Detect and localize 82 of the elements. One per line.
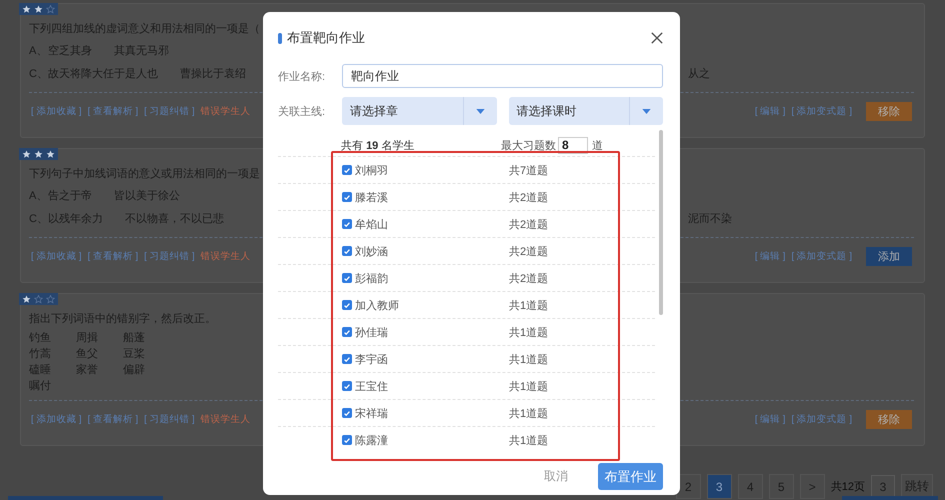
checkbox[interactable] <box>342 327 352 337</box>
star-icon <box>34 294 43 304</box>
action-link[interactable]: [ 添加变式题 ] <box>791 412 852 426</box>
checkbox[interactable] <box>342 408 352 418</box>
action-link[interactable]: [ 编辑 ] <box>754 250 786 262</box>
question-count-text: 共1道题 <box>509 352 548 366</box>
action-link[interactable]: [ 编辑 ] <box>754 104 786 118</box>
question-action-button[interactable]: 移除 <box>866 410 912 428</box>
student-name: 滕若溪 <box>355 190 389 204</box>
student-name: 王宝住 <box>355 380 389 394</box>
field-label: 作业名称: <box>278 70 326 84</box>
student-name: 陈露潼 <box>355 434 389 448</box>
checkbox[interactable] <box>342 219 352 229</box>
question-action-button[interactable]: 添加 <box>866 246 912 266</box>
action-link[interactable]: [ 查看解析 ] <box>88 412 138 426</box>
error-count-text: 错误学生人 <box>200 412 251 426</box>
action-link[interactable]: [ 查看解析 ] <box>88 250 138 262</box>
star-icon <box>34 4 43 14</box>
question-count-text: 共2道题 <box>509 244 548 258</box>
star-icon <box>22 4 31 14</box>
question-count-text: 共1道题 <box>509 406 548 420</box>
scrollbar[interactable] <box>659 130 663 315</box>
student-name: 孙佳瑞 <box>355 326 389 340</box>
question-count-text: 共2道题 <box>509 272 548 286</box>
checkbox[interactable] <box>342 273 352 283</box>
checkbox[interactable] <box>342 300 352 310</box>
checkbox[interactable] <box>342 192 352 202</box>
action-link[interactable]: [ 添加变式题 ] <box>791 104 852 118</box>
caret-icon <box>476 108 484 114</box>
student-name: 刘桐羽 <box>355 164 389 178</box>
action-link[interactable]: [ 添加变式题 ] <box>791 250 852 262</box>
name-input-field[interactable]: 靶向作业 <box>342 64 663 88</box>
student-name: 李宇函 <box>355 352 389 366</box>
unit-text: 道 <box>592 138 603 152</box>
star-icon <box>46 294 55 304</box>
checkbox[interactable] <box>342 246 352 256</box>
submit-button[interactable]: 布置作业 <box>598 463 663 490</box>
action-link[interactable]: [ 添加收藏 ] <box>31 104 82 118</box>
action-link[interactable]: [ 编辑 ] <box>754 412 786 426</box>
checkbox[interactable] <box>342 435 352 445</box>
action-link[interactable]: [ 习题纠错 ] <box>144 250 195 262</box>
star-icon <box>22 150 31 158</box>
star-icon <box>46 4 55 14</box>
question-count-text: 共2道题 <box>509 218 548 232</box>
next-page-button[interactable]: > <box>800 474 825 499</box>
star-icon <box>46 150 55 158</box>
title-marker-icon <box>278 32 282 44</box>
action-link[interactable]: [ 习题纠错 ] <box>144 104 195 118</box>
question-count-text: 共1道题 <box>509 326 548 340</box>
dialog-title: 布置靶向作业 <box>287 29 366 47</box>
action-link[interactable]: [ 查看解析 ] <box>88 104 138 118</box>
student-name: 刘妙涵 <box>355 244 389 258</box>
student-name: 宋祥瑞 <box>355 406 389 420</box>
student-name: 彭福韵 <box>355 272 389 286</box>
star-icon <box>34 150 43 158</box>
max-label: 最大习题数 <box>501 138 556 152</box>
cancel-button[interactable]: 取消 <box>538 467 574 486</box>
question-count-text: 共2道题 <box>509 190 548 204</box>
page-button[interactable]: 3 <box>706 474 732 499</box>
caret-icon <box>642 108 651 114</box>
select-dropdown[interactable]: 请选择课时 <box>508 97 663 125</box>
field-label: 关联主线: <box>278 104 326 118</box>
student-count-text: 共有 19 名学生 <box>341 138 416 152</box>
action-link[interactable]: [ 添加收藏 ] <box>31 250 82 262</box>
question-count-text: 共7道题 <box>509 164 548 178</box>
action-link[interactable]: [ 添加收藏 ] <box>31 412 82 426</box>
question-action-button[interactable]: 移除 <box>866 102 912 120</box>
question-count-text: 共1道题 <box>509 434 548 448</box>
page-total-text: 共12页 <box>830 480 865 494</box>
action-link[interactable]: [ 习题纠错 ] <box>144 412 195 426</box>
star-icon <box>22 294 31 304</box>
error-count-text: 错误学生人 <box>200 250 251 262</box>
error-count-text: 错误学生人 <box>200 104 251 118</box>
student-name: 加入教师 <box>355 298 400 312</box>
student-name: 牟焰山 <box>355 218 389 232</box>
close-icon[interactable] <box>651 32 663 44</box>
question-count-text: 共1道题 <box>509 298 548 312</box>
checkbox[interactable] <box>342 354 352 364</box>
checkbox[interactable] <box>342 381 352 391</box>
checkbox[interactable] <box>342 165 352 175</box>
question-count-text: 共1道题 <box>509 380 548 394</box>
select-dropdown[interactable]: 请选择章 <box>342 97 496 125</box>
